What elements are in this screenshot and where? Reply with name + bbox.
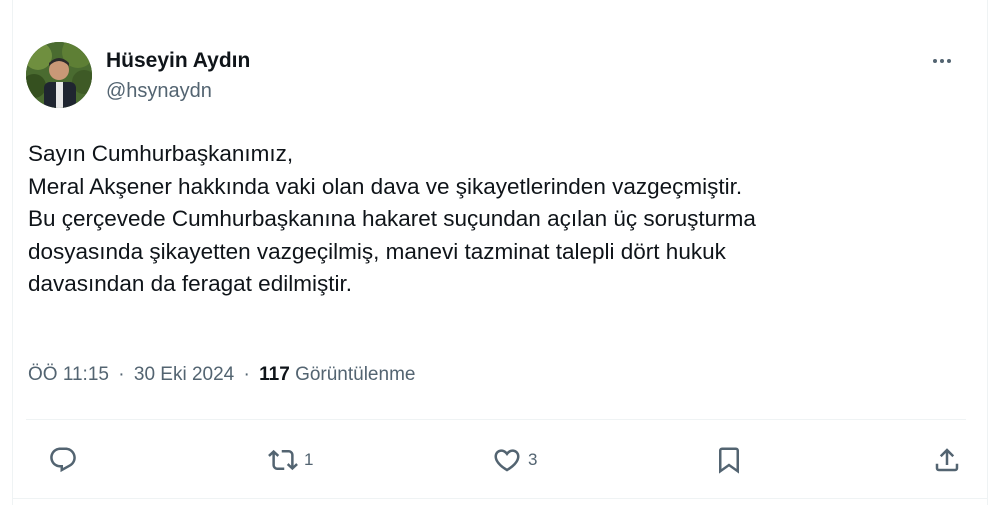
- tweet-time[interactable]: ÖÖ 11:15: [28, 364, 109, 385]
- bookmark-button[interactable]: [714, 438, 744, 482]
- bookmark-icon: [719, 447, 739, 474]
- retweet-count: 1: [304, 450, 314, 469]
- author-handle[interactable]: @hsynaydn: [106, 78, 250, 104]
- divider: [26, 419, 966, 420]
- more-horizontal-icon: [933, 59, 951, 63]
- views-label: Görüntülenme: [295, 364, 416, 385]
- author-display-name[interactable]: Hüseyin Aydın: [106, 48, 250, 74]
- author-info: Hüseyin Aydın @hsynaydn: [106, 48, 250, 104]
- reply-button[interactable]: [48, 438, 84, 482]
- bottom-border: [12, 498, 988, 499]
- tweet-text: Sayın Cumhurbaşkanımız, Meral Akşener ha…: [28, 141, 756, 296]
- retweet-icon: [268, 449, 298, 471]
- more-options-button[interactable]: [924, 46, 960, 76]
- meta-separator: ·: [118, 364, 125, 385]
- tweet-header: Hüseyin Aydın @hsynaydn: [26, 42, 966, 112]
- avatar[interactable]: [26, 42, 92, 108]
- tweet-meta: ÖÖ 11:15 · 30 Eki 2024 · 117 Görüntülenm…: [28, 362, 415, 388]
- tweet-date[interactable]: 30 Eki 2024: [134, 364, 234, 385]
- share-icon: [935, 448, 959, 472]
- avatar-image: [26, 42, 92, 108]
- retweet-button[interactable]: 1: [268, 438, 313, 482]
- share-button[interactable]: [932, 438, 962, 482]
- like-button[interactable]: 3: [492, 438, 537, 482]
- action-bar: 1 3: [26, 438, 966, 482]
- like-count: 3: [528, 450, 538, 469]
- meta-separator: ·: [243, 364, 250, 385]
- heart-icon: [494, 449, 520, 472]
- reply-icon: [50, 447, 76, 473]
- views-count: 117: [259, 364, 290, 385]
